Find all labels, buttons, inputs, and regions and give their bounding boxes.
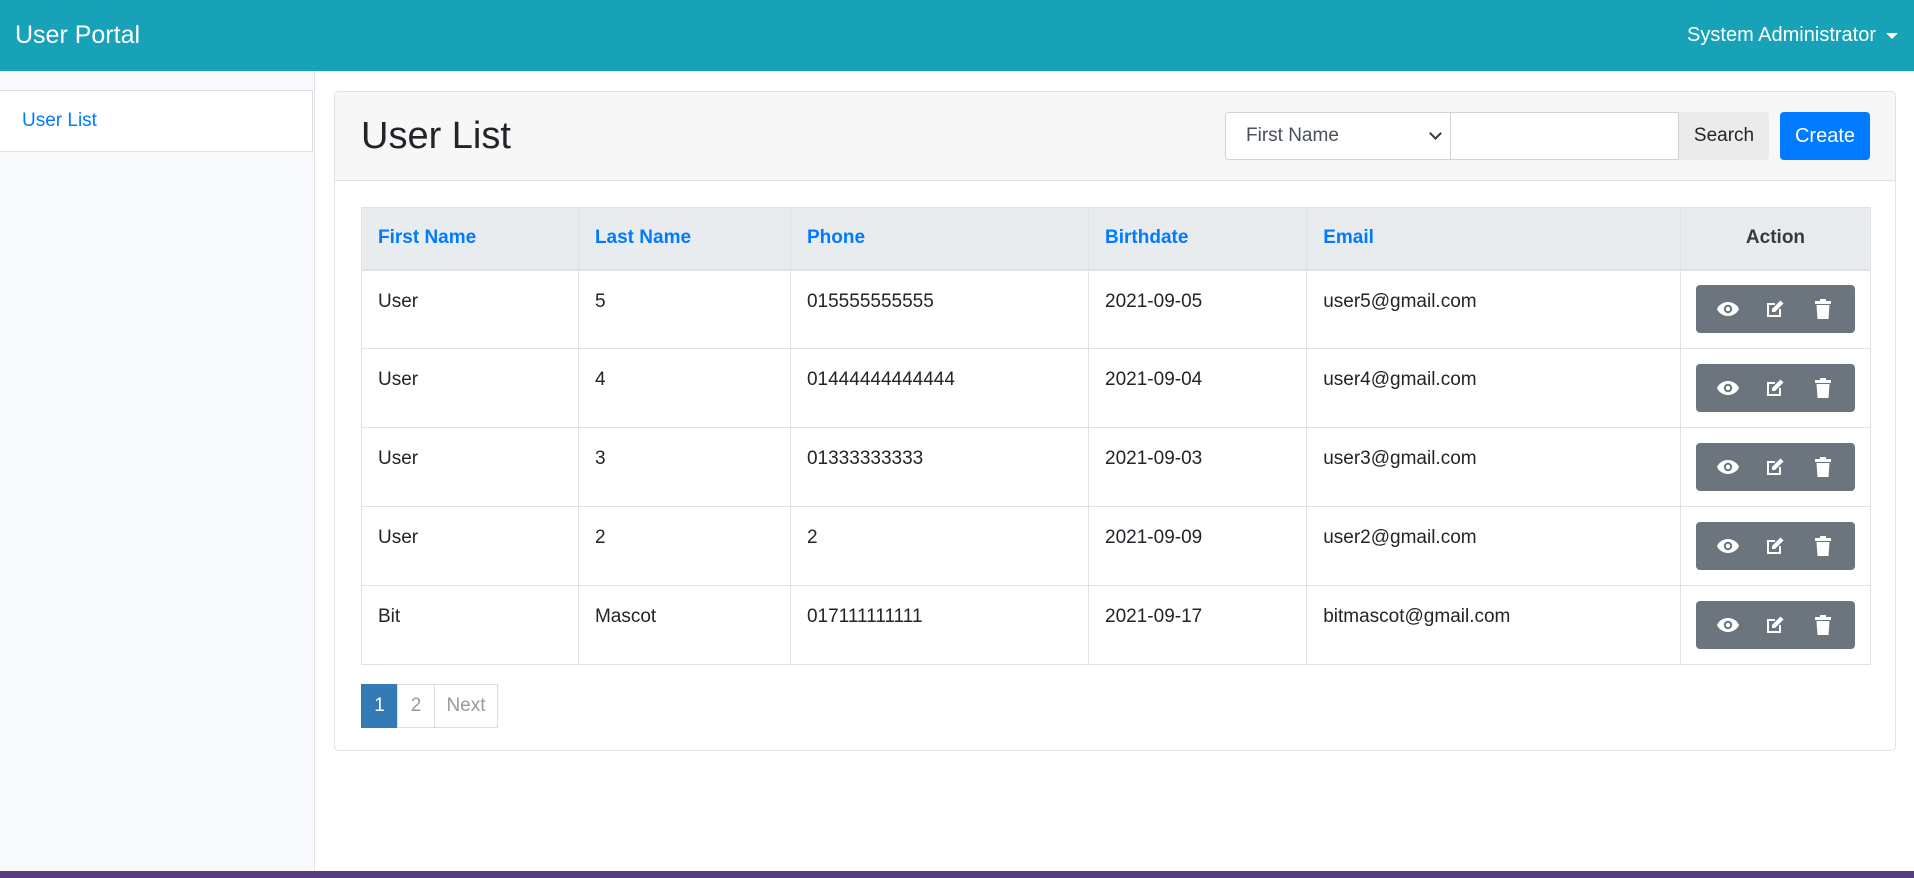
card-header: User List First Name Search Create: [335, 92, 1895, 181]
column-header-last-name[interactable]: Last Name: [577, 207, 791, 271]
column-header-phone[interactable]: Phone: [789, 207, 1090, 271]
cell-last-name: 3: [577, 427, 791, 507]
cell-first-name: Bit: [361, 585, 579, 665]
cell-email: user2@gmail.com: [1306, 506, 1681, 586]
trash-icon[interactable]: [1803, 368, 1843, 408]
row-action-group: [1695, 285, 1855, 334]
sidebar-item-label: User List: [22, 110, 97, 131]
column-header-email[interactable]: Email: [1306, 207, 1681, 271]
table-row: User 4 01444444444444 2021-09-04 user4@g…: [361, 348, 1872, 428]
cell-phone: 017111111111: [789, 585, 1090, 665]
cell-actions: [1679, 348, 1872, 428]
cell-last-name: Mascot: [577, 585, 791, 665]
table-row: User 5 015555555555 2021-09-05 user5@gma…: [361, 269, 1872, 349]
cell-phone: 01444444444444: [789, 348, 1090, 428]
row-action-group: [1695, 364, 1855, 412]
edit-icon[interactable]: [1755, 368, 1795, 408]
user-menu-label: System Administrator: [1687, 24, 1876, 46]
pagination: 1 2 Next: [361, 684, 498, 728]
page-title: User List: [361, 114, 511, 157]
cell-first-name: User: [361, 506, 579, 586]
cell-last-name: 2: [577, 506, 791, 586]
table-row: Bit Mascot 017111111111 2021-09-17 bitma…: [361, 585, 1872, 665]
column-header-action: Action: [1679, 207, 1872, 271]
cell-email: bitmascot@gmail.com: [1306, 585, 1681, 665]
eye-icon[interactable]: [1708, 289, 1748, 329]
table-row: User 2 2 2021-09-09 user2@gmail.com: [361, 506, 1872, 586]
top-navbar: User Portal System Administrator: [0, 0, 1914, 71]
bottom-border-bar: [0, 871, 1914, 878]
cell-birthdate: 2021-09-03: [1088, 427, 1308, 507]
row-action-group: [1695, 443, 1855, 491]
page-1-button[interactable]: 1: [361, 684, 398, 728]
trash-icon[interactable]: [1803, 447, 1843, 487]
search-button[interactable]: Search: [1679, 112, 1769, 160]
trash-icon[interactable]: [1803, 605, 1843, 645]
edit-icon[interactable]: [1755, 289, 1795, 329]
row-action-group: [1695, 522, 1855, 570]
trash-icon[interactable]: [1803, 289, 1843, 329]
cell-first-name: User: [361, 348, 579, 428]
edit-icon[interactable]: [1755, 526, 1795, 566]
row-action-group: [1695, 601, 1855, 649]
cell-actions: [1679, 506, 1872, 586]
edit-icon[interactable]: [1755, 605, 1795, 645]
eye-icon[interactable]: [1708, 526, 1748, 566]
create-button[interactable]: Create: [1780, 112, 1870, 160]
cell-email: user5@gmail.com: [1306, 269, 1681, 349]
cell-first-name: User: [361, 269, 579, 349]
sidebar: User List: [0, 71, 315, 871]
search-field-value: First Name: [1246, 125, 1339, 146]
search-group: First Name Search Create: [1225, 112, 1870, 160]
cell-last-name: 4: [577, 348, 791, 428]
cell-email: user3@gmail.com: [1306, 427, 1681, 507]
cell-email: user4@gmail.com: [1306, 348, 1681, 428]
search-input[interactable]: [1451, 112, 1679, 160]
eye-icon[interactable]: [1708, 368, 1748, 408]
cell-birthdate: 2021-09-04: [1088, 348, 1308, 428]
cell-phone: 2: [789, 506, 1090, 586]
page-2-button[interactable]: 2: [397, 684, 435, 728]
cell-birthdate: 2021-09-17: [1088, 585, 1308, 665]
cell-phone: 01333333333: [789, 427, 1090, 507]
trash-icon[interactable]: [1803, 526, 1843, 566]
user-table-wrapper: First Name Last Name Phone Birthdate Ema…: [361, 207, 1872, 665]
cell-phone: 015555555555: [789, 269, 1090, 349]
next-page-button[interactable]: Next: [434, 684, 498, 728]
column-header-birthdate[interactable]: Birthdate: [1088, 207, 1308, 271]
cell-actions: [1679, 585, 1872, 665]
cell-birthdate: 2021-09-09: [1088, 506, 1308, 586]
cell-last-name: 5: [577, 269, 791, 349]
user-table: First Name Last Name Phone Birthdate Ema…: [361, 207, 1872, 665]
cell-birthdate: 2021-09-05: [1088, 269, 1308, 349]
caret-down-icon: [1886, 32, 1898, 39]
cell-actions: [1679, 427, 1872, 507]
cell-actions: [1679, 269, 1872, 349]
cell-first-name: User: [361, 427, 579, 507]
column-header-first-name[interactable]: First Name: [361, 207, 579, 271]
user-list-card: User List First Name Search Create First…: [334, 91, 1896, 751]
sidebar-item-user-list[interactable]: User List: [0, 90, 313, 152]
eye-icon[interactable]: [1708, 447, 1748, 487]
search-field-select[interactable]: First Name: [1225, 112, 1451, 160]
chevron-down-icon: [1429, 127, 1442, 140]
table-header-row: First Name Last Name Phone Birthdate Ema…: [361, 207, 1872, 271]
table-row: User 3 01333333333 2021-09-03 user3@gmai…: [361, 427, 1872, 507]
user-menu-dropdown[interactable]: System Administrator: [1687, 24, 1898, 47]
brand-title[interactable]: User Portal: [15, 21, 140, 50]
edit-icon[interactable]: [1755, 447, 1795, 487]
eye-icon[interactable]: [1708, 605, 1748, 645]
